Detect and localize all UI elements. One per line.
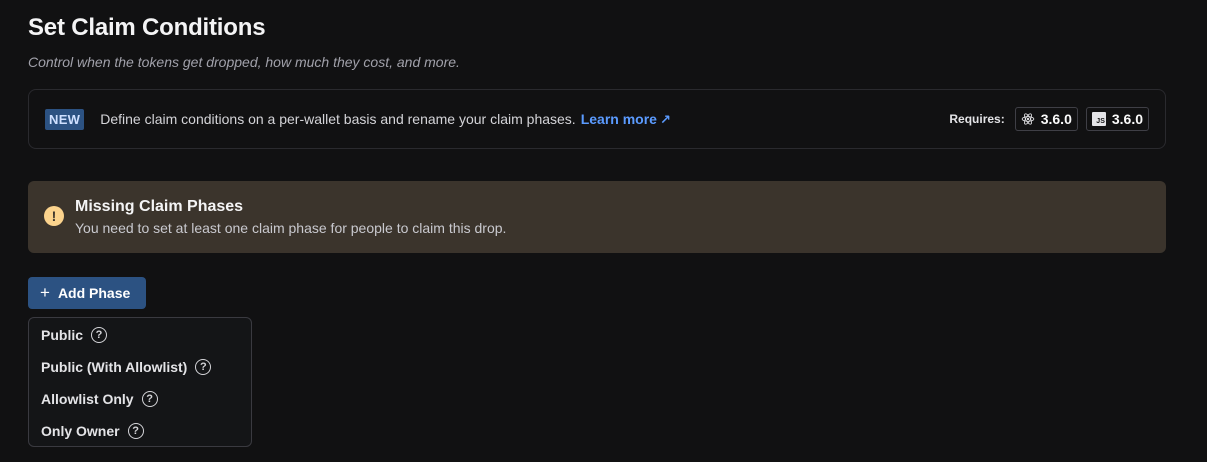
warning-icon: ! [44,206,64,226]
help-icon[interactable]: ? [195,359,212,375]
page: Set Claim Conditions Control when the to… [0,0,1207,462]
help-icon[interactable]: ? [91,327,108,343]
menu-item-label: Only Owner [41,423,120,439]
help-icon[interactable]: ? [141,391,158,407]
js-sdk-version: 3.6.0 [1111,111,1143,127]
add-phase-button[interactable]: + Add Phase [28,277,146,309]
react-sdk-version: 3.6.0 [1040,111,1072,127]
js-sdk-version-badge[interactable]: JS 3.6.0 [1085,107,1149,131]
page-title: Set Claim Conditions [28,14,266,41]
menu-item-public-with-allowlist[interactable]: Public (With Allowlist) ? [29,351,251,383]
menu-item-label: Public [41,327,84,343]
missing-phases-alert: ! Missing Claim Phases You need to set a… [28,181,1166,253]
menu-item-label: Public (With Allowlist) [41,359,188,375]
page-subtitle: Control when the tokens get dropped, how… [28,54,460,70]
js-icon: JS [1091,112,1106,126]
plus-icon: + [40,283,50,302]
alert-title: Missing Claim Phases [75,198,244,215]
feature-notice: NEW Define claim conditions on a per-wal… [28,89,1166,149]
help-icon[interactable]: ? [127,423,144,439]
requires-label: Requires: [949,112,1005,126]
react-icon [1021,113,1034,125]
learn-more-label: Learn more [580,110,657,127]
learn-more-link[interactable]: Learn more ↗ [581,111,671,128]
menu-item-public[interactable]: Public ? [29,319,251,351]
alert-body: Missing Claim Phases You need to set at … [75,198,506,236]
menu-item-only-owner[interactable]: Only Owner ? [29,415,251,447]
alert-description: You need to set at least one claim phase… [75,220,507,236]
external-link-icon: ↗ [659,111,671,127]
react-sdk-version-badge[interactable]: 3.6.0 [1014,107,1078,131]
notice-text: Define claim conditions on a per-wallet … [100,111,576,127]
add-phase-label: Add Phase [57,285,131,301]
new-badge: NEW [45,108,85,130]
menu-item-label: Allowlist Only [41,391,134,407]
phase-type-menu: Public ? Public (With Allowlist) ? Allow… [28,317,252,447]
requirements: Requires: 3.6.0 JS 3.6.0 [949,107,1149,131]
menu-item-allowlist-only[interactable]: Allowlist Only ? [29,383,251,415]
